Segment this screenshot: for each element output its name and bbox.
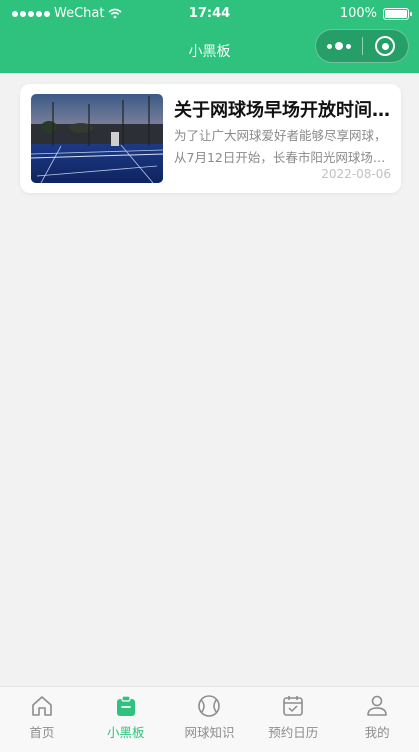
tab-tennis-knowledge[interactable]: 网球知识 [168, 687, 252, 752]
article-card[interactable]: 关于网球场早场开放时间的通知 为了让广大网球爱好者能够尽享网球，从7月12日开始… [20, 84, 401, 193]
tab-label: 首页 [29, 725, 55, 740]
battery-status: 100% [339, 6, 412, 21]
tab-booking-calendar[interactable]: 预约日历 [251, 687, 335, 752]
tab-blackboard[interactable]: 小黑板 [84, 687, 168, 752]
status-bar: WeChat 17:44 100% [0, 0, 419, 27]
target-close-icon [375, 36, 396, 56]
tab-label: 网球知识 [184, 725, 235, 740]
tab-label: 小黑板 [106, 725, 145, 740]
close-miniprogram-button[interactable] [362, 36, 408, 56]
more-menu-button[interactable] [316, 42, 362, 50]
tab-label: 我的 [364, 725, 390, 740]
home-icon [32, 696, 52, 716]
tab-home[interactable]: 首页 [0, 687, 84, 752]
battery-percent: 100% [339, 6, 377, 21]
clipboard-icon [116, 695, 135, 716]
tab-label: 预约日历 [268, 725, 319, 740]
article-summary: 为了让广大网球爱好者能够尽享网球，从7月12日开始，长春市阳光网球场早场开放 [174, 128, 387, 165]
article-thumbnail [31, 94, 163, 183]
tennis-court-image [31, 94, 163, 183]
miniprogram-capsule [315, 29, 409, 63]
tab-profile[interactable]: 我的 [335, 687, 419, 752]
article-title: 关于网球场早场开放时间的通知 [174, 100, 392, 121]
calendar-check-icon [283, 696, 304, 716]
more-dots-icon [326, 43, 332, 49]
user-icon [367, 695, 387, 716]
tennis-ball-icon [198, 695, 221, 717]
battery-icon [383, 7, 412, 20]
navigation-bar: 小黑板 [0, 27, 419, 73]
article-date: 2022-08-06 [321, 167, 391, 181]
tab-bar: 首页 小黑板 网球知识 预约日历 我的 [0, 686, 419, 752]
